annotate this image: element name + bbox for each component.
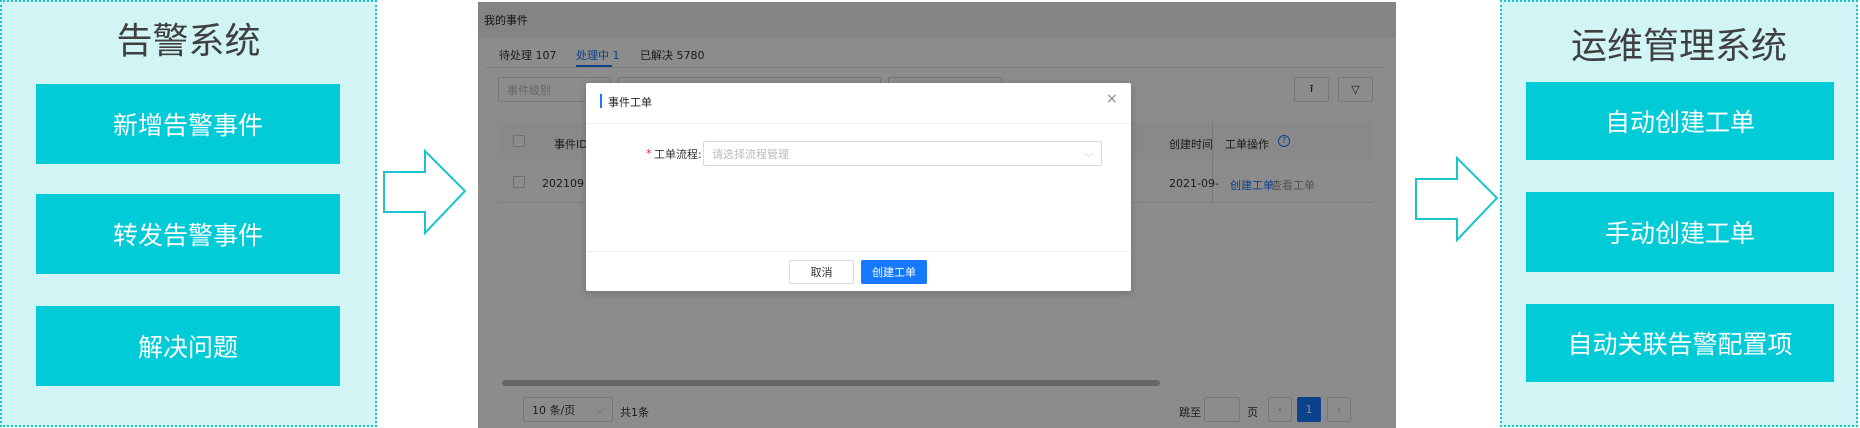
chevron-down-icon: ⌵ <box>1084 146 1093 160</box>
app-screenshot: 我的事件 待处理 107 处理中 1 已解决 5780 事件级别 ⭱ ▽ 事件I… <box>478 2 1396 428</box>
workflow-select[interactable]: 请选择流程管理 ⌵ <box>703 141 1102 166</box>
arrow-right-icon <box>383 148 467 236</box>
workflow-placeholder: 请选择流程管理 <box>712 147 789 161</box>
arrow-right-icon <box>1415 155 1499 243</box>
cancel-button[interactable]: 取消 <box>789 260 854 284</box>
ops-item-auto-link: 自动关联告警配置项 <box>1526 304 1834 382</box>
close-icon[interactable]: × <box>1106 91 1118 107</box>
ops-system-panel: 运维管理系统 自动创建工单 手动创建工单 自动关联告警配置项 <box>1500 0 1858 427</box>
modal-title: 事件工单 <box>608 96 652 109</box>
ops-item-manual-create: 手动创建工单 <box>1526 192 1834 272</box>
create-ticket-button[interactable]: 创建工单 <box>861 260 927 284</box>
alert-item-add: 新增告警事件 <box>36 84 340 164</box>
event-ticket-modal: 事件工单 × * 工单流程: 请选择流程管理 ⌵ 取消 创建工单 <box>586 83 1131 291</box>
required-mark: * <box>646 147 652 160</box>
workflow-label: 工单流程: <box>654 148 702 161</box>
ops-system-title: 运维管理系统 <box>1570 26 1787 67</box>
alert-system-title: 告警系统 <box>116 21 261 62</box>
alert-item-forward: 转发告警事件 <box>36 194 340 274</box>
alert-item-resolve: 解决问题 <box>36 306 340 386</box>
ops-item-auto-create: 自动创建工单 <box>1526 82 1834 160</box>
alert-system-panel: 告警系统 新增告警事件 转发告警事件 解决问题 <box>0 0 377 427</box>
